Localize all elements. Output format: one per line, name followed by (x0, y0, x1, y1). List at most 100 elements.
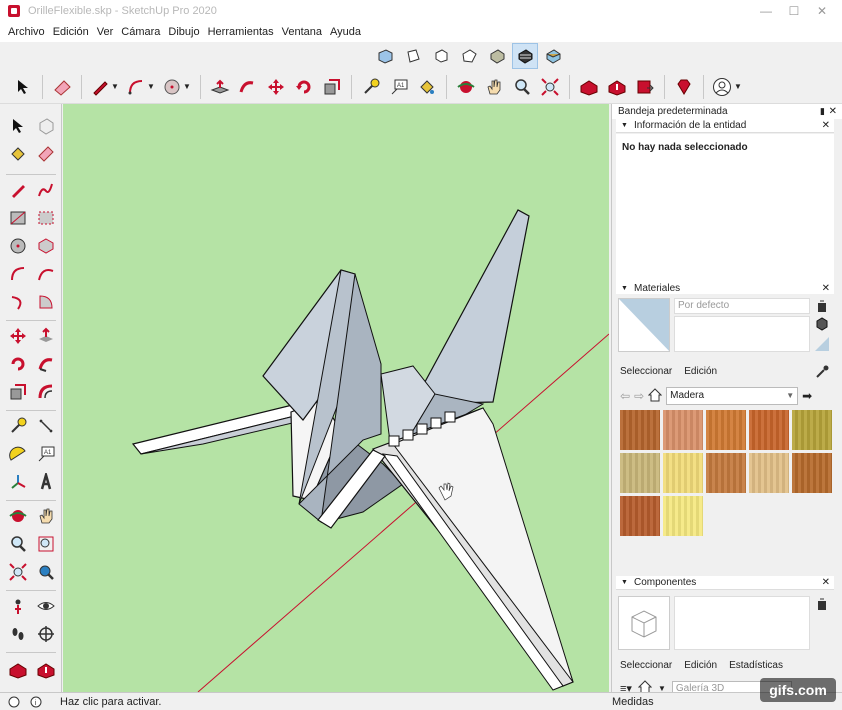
view-front-button[interactable] (428, 43, 454, 69)
material-swatch[interactable] (663, 410, 703, 450)
menu-ayuda[interactable]: Ayuda (326, 26, 365, 38)
left-rotated-rectangle-tool[interactable] (34, 206, 58, 230)
left-section-plane-tool[interactable] (34, 622, 58, 646)
material-swatch[interactable] (620, 410, 660, 450)
menu-dibujo[interactable]: Dibujo (164, 26, 203, 38)
3d-warehouse-button[interactable] (576, 74, 602, 100)
rotate-tool-button[interactable] (291, 74, 317, 100)
left-two-point-arc-tool[interactable] (34, 262, 58, 286)
left-position-camera-tool[interactable] (6, 594, 30, 618)
components-tab-edit[interactable]: Edición (684, 660, 717, 671)
home-icon[interactable] (647, 387, 663, 405)
left-three-point-arc-tool[interactable] (6, 290, 30, 314)
left-paint-tool[interactable] (6, 142, 30, 166)
left-dimension-tool[interactable] (34, 414, 58, 438)
account-button[interactable]: ▼ (710, 74, 744, 100)
left-orbit-tool[interactable] (6, 504, 30, 528)
ruby-console-button[interactable] (671, 74, 697, 100)
menu-archivo[interactable]: Archivo (4, 26, 49, 38)
zoom-extents-tool-button[interactable] (537, 74, 563, 100)
materials-tab-select[interactable]: Seleccionar (620, 366, 672, 377)
paint-bucket-tool-button[interactable] (414, 74, 440, 100)
style-textured-button[interactable] (512, 43, 538, 69)
move-tool-button[interactable] (263, 74, 289, 100)
left-rectangle-tool[interactable] (6, 206, 30, 230)
menu-ventana[interactable]: Ventana (278, 26, 326, 38)
left-circle-tool[interactable] (6, 234, 30, 258)
left-arc-tool[interactable] (6, 262, 30, 286)
material-swatch[interactable] (706, 410, 746, 450)
tray-close-button[interactable]: ✕ (829, 104, 837, 119)
tape-measure-tool-button[interactable] (358, 74, 384, 100)
left-previous-view-tool[interactable] (34, 560, 58, 584)
material-swatch[interactable] (663, 496, 703, 536)
material-swatch[interactable] (620, 496, 660, 536)
material-swatch[interactable] (620, 453, 660, 493)
left-look-around-tool[interactable] (34, 594, 58, 618)
pin-icon[interactable]: ▮ (820, 104, 825, 119)
entity-info-close-button[interactable]: ✕ (822, 119, 830, 133)
select-tool-button[interactable] (10, 74, 36, 100)
line-tool-button[interactable]: ▼ (88, 74, 122, 100)
material-swatch[interactable] (706, 453, 746, 493)
left-share-model-tool[interactable] (34, 658, 58, 682)
components-header[interactable]: Componentes ✕ (616, 576, 834, 590)
back-arrow-icon[interactable]: ⇦ (620, 389, 630, 403)
share-model-button[interactable] (604, 74, 630, 100)
shape-tool-button[interactable]: ▼ (160, 74, 194, 100)
left-3d-warehouse-tool[interactable] (6, 658, 30, 682)
orbit-tool-button[interactable] (453, 74, 479, 100)
left-protractor-tool[interactable] (6, 442, 30, 466)
view-iso-button[interactable] (372, 43, 398, 69)
create-material-icon[interactable] (814, 298, 830, 314)
left-zoom-extents-tool[interactable] (6, 560, 30, 584)
left-move-tool[interactable] (6, 324, 30, 348)
left-axes-tool[interactable] (6, 470, 30, 494)
follow-me-tool-button[interactable] (235, 74, 261, 100)
material-swatch[interactable] (663, 453, 703, 493)
left-freehand-tool[interactable] (34, 178, 58, 202)
materials-tab-edit[interactable]: Edición (684, 366, 717, 377)
push-pull-tool-button[interactable] (207, 74, 233, 100)
menu-ver[interactable]: Ver (93, 26, 118, 38)
style-monochrome-button[interactable] (540, 43, 566, 69)
text-tool-button[interactable]: A1 (386, 74, 412, 100)
left-offset-tool[interactable] (34, 380, 58, 404)
left-tape-measure-tool[interactable] (6, 414, 30, 438)
left-push-pull-tool[interactable] (34, 324, 58, 348)
details-arrow-icon[interactable]: ➡ (802, 389, 812, 403)
material-swatch[interactable] (749, 410, 789, 450)
material-name-field[interactable]: Por defecto (674, 298, 810, 314)
pan-tool-button[interactable] (481, 74, 507, 100)
left-text-tool[interactable]: A1 (34, 442, 58, 466)
left-pie-tool[interactable] (34, 290, 58, 314)
maximize-button[interactable]: ☐ (780, 4, 808, 18)
drawing-viewport[interactable] (63, 104, 609, 692)
eyedropper-icon[interactable] (814, 364, 830, 380)
arc-tool-button[interactable]: ▼ (124, 74, 158, 100)
menu-herramientas[interactable]: Herramientas (204, 26, 278, 38)
view-top-button[interactable] (400, 43, 426, 69)
left-select-tool[interactable] (6, 114, 30, 138)
left-polygon-tool[interactable] (34, 234, 58, 258)
components-close-button[interactable]: ✕ (822, 576, 830, 590)
left-pan-tool[interactable] (34, 504, 58, 528)
left-rotate-tool[interactable] (6, 352, 30, 376)
view-right-button[interactable] (456, 43, 482, 69)
forward-arrow-icon[interactable]: ⇨ (634, 389, 644, 403)
extension-warehouse-button[interactable] (632, 74, 658, 100)
scale-tool-button[interactable] (319, 74, 345, 100)
left-eraser-tool[interactable] (34, 142, 58, 166)
eraser-tool-button[interactable] (49, 74, 75, 100)
menu-edicion[interactable]: Edición (49, 26, 93, 38)
info-icon[interactable]: i (28, 695, 44, 709)
left-follow-me-tool[interactable] (34, 352, 58, 376)
entity-info-header[interactable]: Información de la entidad ✕ (616, 119, 834, 133)
left-zoom-tool[interactable] (6, 532, 30, 556)
close-button[interactable]: ✕ (808, 4, 836, 18)
components-tab-statistics[interactable]: Estadísticas (729, 660, 783, 671)
left-component-tool[interactable] (34, 114, 58, 138)
left-line-tool[interactable] (6, 178, 30, 202)
zoom-tool-button[interactable] (509, 74, 535, 100)
components-tab-select[interactable]: Seleccionar (620, 660, 672, 671)
